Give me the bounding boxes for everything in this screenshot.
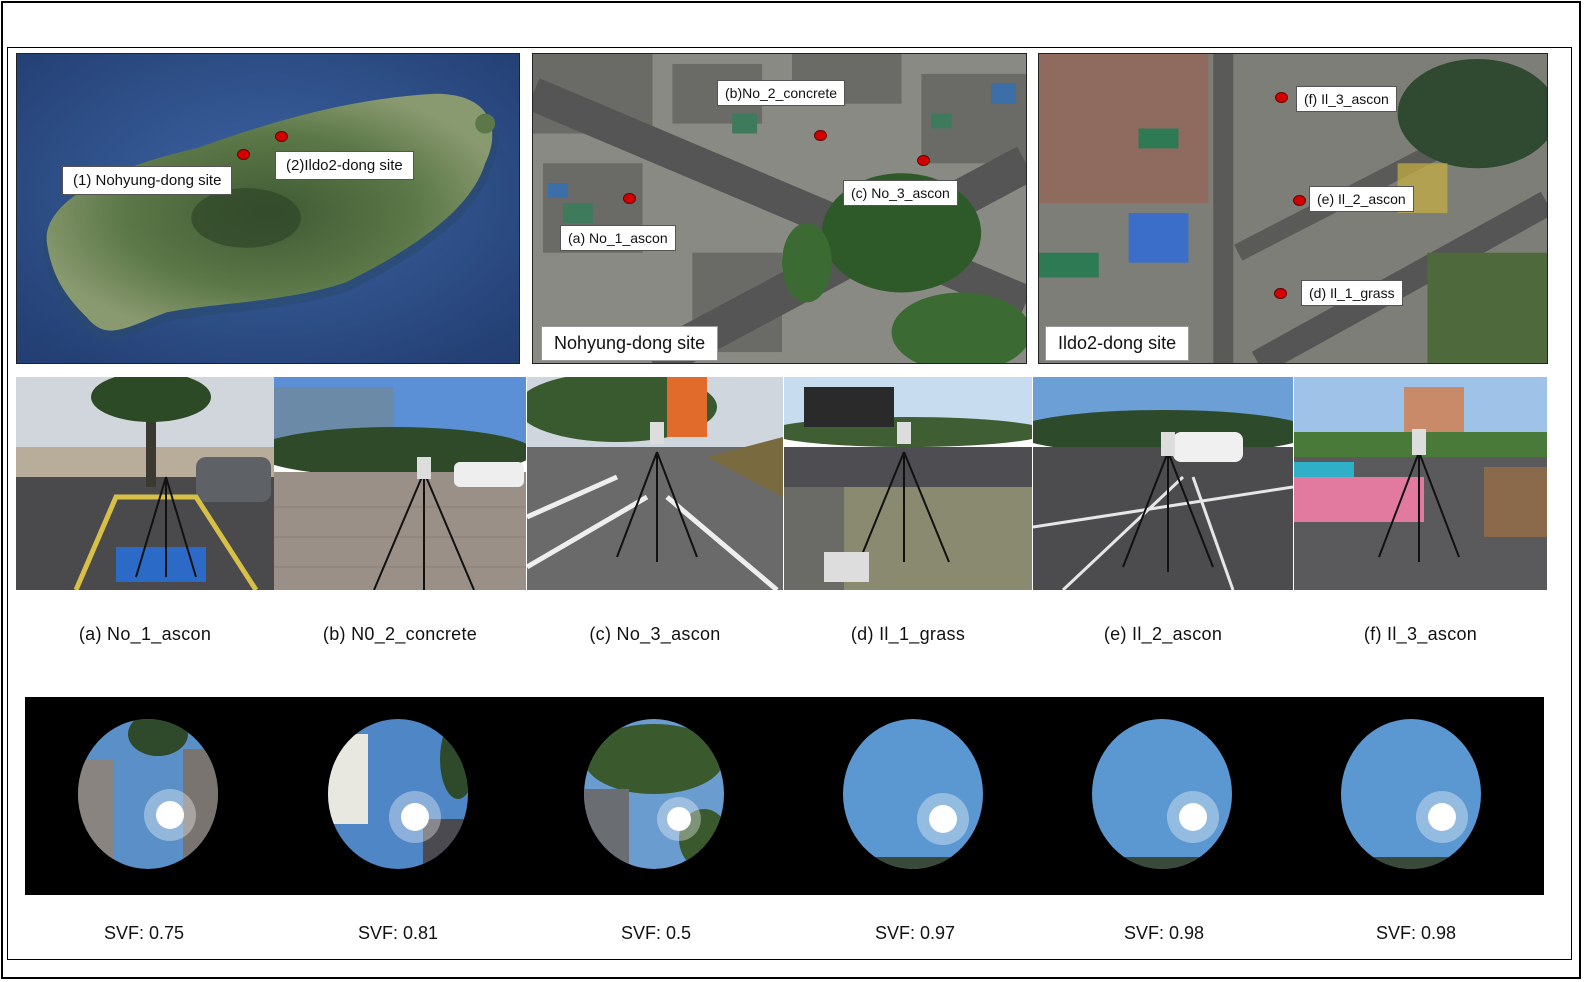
caption-f: (f) Il_3_ascon (1363, 624, 1478, 644)
ildo-site-title: Ildo2-dong site (1045, 326, 1190, 361)
ildo-aerial-image (1039, 54, 1547, 363)
site-2-marker (275, 131, 288, 142)
caption-c: (c) No_3_ascon (589, 624, 721, 644)
svf-c: SVF: 0.5 (620, 923, 692, 943)
svf-a: SVF: 0.75 (103, 923, 185, 943)
caption-a: (a) No_1_ascon (78, 624, 212, 644)
site-f-label: (f) Il_3_ascon (1296, 86, 1397, 112)
island-map: (1) Nohyung-dong site (2)Ildo2-dong site (16, 53, 520, 364)
caption-b: (b) N0_2_concrete (322, 624, 478, 644)
svf-e: SVF: 0.98 (1123, 923, 1205, 943)
fisheye-d (843, 719, 983, 869)
site-1-marker (237, 149, 250, 160)
site-e-label: (e) Il_2_ascon (1309, 186, 1414, 212)
photo-f (1294, 377, 1547, 590)
island-satellite-image (17, 54, 519, 363)
site-d-marker (1274, 288, 1287, 299)
site-a-label: (a) No_1_ascon (560, 225, 676, 251)
photo-d (784, 377, 1032, 590)
site-c-marker (917, 155, 930, 166)
svf-f: SVF: 0.98 (1375, 923, 1457, 943)
site-d-label: (d) Il_1_grass (1301, 280, 1403, 306)
fisheye-e (1092, 719, 1232, 869)
svf-b: SVF: 0.81 (357, 923, 439, 943)
ildo-map: (d) Il_1_grass (e) Il_2_ascon (f) Il_3_a… (1038, 53, 1548, 364)
photo-e (1033, 377, 1293, 590)
site-1-label: (1) Nohyung-dong site (62, 166, 233, 195)
fisheye-c (584, 719, 724, 869)
fisheye-b (328, 719, 468, 869)
site-2-label: (2)Ildo2-dong site (275, 151, 414, 180)
photo-b (274, 377, 526, 590)
svf-d: SVF: 0.97 (874, 923, 956, 943)
site-b-label: (b)No_2_concrete (717, 80, 846, 106)
nohyung-site-title: Nohyung-dong site (541, 326, 719, 361)
nohyung-map: (a) No_1_ascon (b)No_2_concrete (c) No_3… (532, 53, 1027, 364)
caption-e: (e) Il_2_ascon (1103, 624, 1223, 644)
site-e-marker (1293, 195, 1306, 206)
photo-a (16, 377, 274, 590)
site-c-label: (c) No_3_ascon (843, 180, 958, 206)
site-b-marker (814, 130, 827, 141)
site-a-marker (623, 193, 636, 204)
site-f-marker (1275, 92, 1288, 103)
caption-d: (d) Il_1_grass (850, 624, 966, 644)
fisheye-f (1341, 719, 1481, 869)
fisheye-a (78, 719, 218, 869)
fisheye-strip (25, 697, 1544, 895)
photo-c (527, 377, 783, 590)
